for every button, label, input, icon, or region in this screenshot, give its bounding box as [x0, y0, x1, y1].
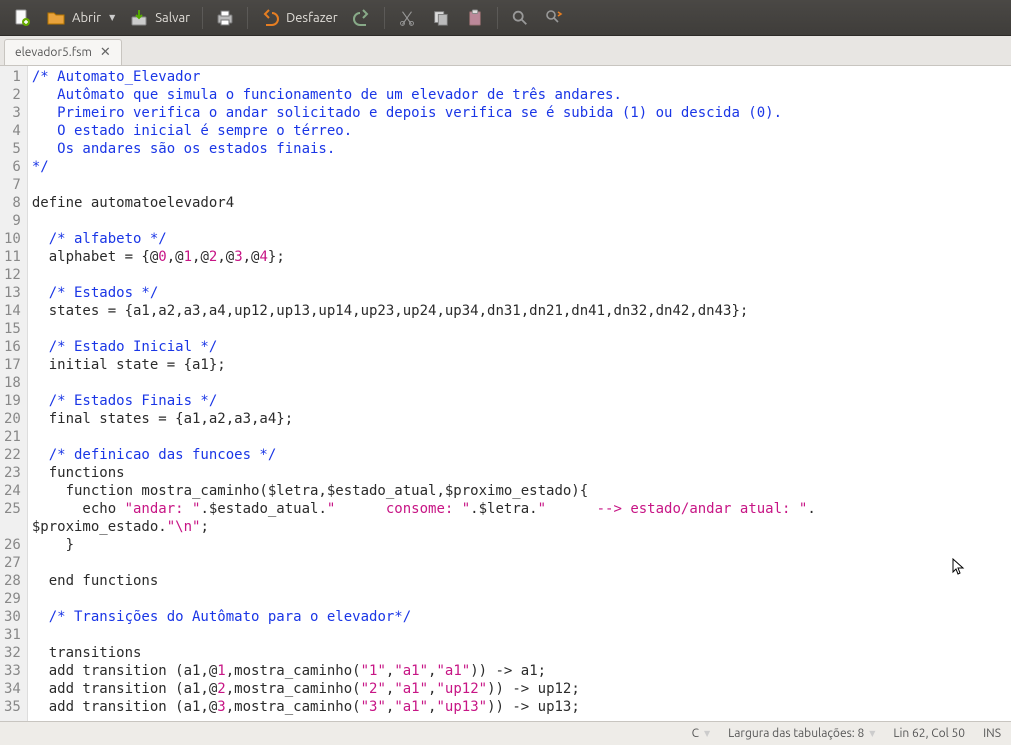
separator: [202, 7, 203, 29]
paste-icon: [465, 8, 485, 28]
separator: [247, 7, 248, 29]
code-line[interactable]: add transition (a1,@1,mostra_caminho("1"…: [32, 662, 816, 680]
language-label: C: [692, 727, 699, 740]
code-line[interactable]: final states = {a1,a2,a3,a4};: [32, 410, 816, 428]
code-line[interactable]: [32, 176, 816, 194]
cut-icon: [397, 8, 417, 28]
code-line[interactable]: function mostra_caminho($letra,$estado_a…: [32, 482, 816, 500]
code-line[interactable]: initial state = {a1};: [32, 356, 816, 374]
undo-icon: [260, 8, 280, 28]
save-label: Salvar: [155, 11, 190, 25]
new-file-icon: [12, 8, 32, 28]
code-line[interactable]: end functions: [32, 572, 816, 590]
code-line[interactable]: [32, 212, 816, 230]
code-line[interactable]: [32, 554, 816, 572]
code-line[interactable]: Primeiro verifica o andar solicitado e d…: [32, 104, 816, 122]
folder-open-icon: [46, 8, 66, 28]
print-button[interactable]: [209, 4, 241, 32]
code-line[interactable]: [32, 320, 816, 338]
redo-icon: [352, 8, 372, 28]
code-line[interactable]: [32, 374, 816, 392]
tab-filename: elevador5.fsm: [15, 46, 92, 59]
code-line[interactable]: [32, 266, 816, 284]
language-selector[interactable]: C ▼: [692, 727, 711, 740]
code-line[interactable]: Os andares são os estados finais.: [32, 140, 816, 158]
code-line[interactable]: define automatoelevador4: [32, 194, 816, 212]
cut-button[interactable]: [391, 4, 423, 32]
code-line[interactable]: add transition (a1,@2,mostra_caminho("2"…: [32, 680, 816, 698]
code-line[interactable]: transitions: [32, 644, 816, 662]
code-line[interactable]: /* definicao das funcoes */: [32, 446, 816, 464]
tab-bar: elevador5.fsm ✕: [0, 36, 1011, 66]
tab-width-label: Largura das tabulações: 8: [728, 727, 864, 740]
code-line[interactable]: /* Estados */: [32, 284, 816, 302]
code-line[interactable]: /* Transições do Autômato para o elevado…: [32, 608, 816, 626]
code-line[interactable]: O estado inicial é sempre o térreo.: [32, 122, 816, 140]
code-line[interactable]: }: [32, 536, 816, 554]
code-line[interactable]: /* Automato_Elevador: [32, 68, 816, 86]
search-icon: [510, 8, 530, 28]
code-area[interactable]: /* Automato_Elevador Autômato que simula…: [28, 66, 816, 721]
code-editor[interactable]: 1234567891011121314151617181920212223242…: [0, 66, 1011, 721]
status-bar: C ▼ Largura das tabulações: 8 ▼ Lin 62, …: [0, 721, 1011, 745]
save-button[interactable]: Salvar: [123, 4, 196, 32]
code-line[interactable]: add transition (a1,@3,mostra_caminho("3"…: [32, 698, 816, 716]
code-line[interactable]: */: [32, 158, 816, 176]
code-line[interactable]: /* Estado Inicial */: [32, 338, 816, 356]
code-line[interactable]: functions: [32, 464, 816, 482]
code-line[interactable]: alphabet = {@0,@1,@2,@3,@4};: [32, 248, 816, 266]
new-file-button[interactable]: [6, 4, 38, 32]
line-number-gutter: 1234567891011121314151617181920212223242…: [0, 66, 28, 721]
insert-mode[interactable]: INS: [983, 727, 1001, 740]
code-line[interactable]: echo "andar: ".$estado_atual." consome: …: [32, 500, 816, 518]
code-line[interactable]: /* alfabeto */: [32, 230, 816, 248]
copy-button[interactable]: [425, 4, 457, 32]
toolbar: Abrir ▼ Salvar Desfazer: [0, 0, 1011, 36]
code-line[interactable]: /* Estados Finais */: [32, 392, 816, 410]
chevron-down-icon: ▼: [869, 729, 875, 738]
close-icon[interactable]: ✕: [98, 45, 113, 60]
open-label: Abrir: [72, 11, 101, 25]
code-line[interactable]: Autômato que simula o funcionamento de u…: [32, 86, 816, 104]
code-line[interactable]: $proximo_estado."\n";: [32, 518, 816, 536]
file-tab[interactable]: elevador5.fsm ✕: [4, 39, 122, 65]
code-line[interactable]: states = {a1,a2,a3,a4,up12,up13,up14,up2…: [32, 302, 816, 320]
separator: [384, 7, 385, 29]
save-icon: [129, 8, 149, 28]
code-line[interactable]: [32, 626, 816, 644]
undo-label: Desfazer: [286, 11, 338, 25]
separator: [497, 7, 498, 29]
cursor-position: Lin 62, Col 50: [893, 727, 965, 740]
tab-width-selector[interactable]: Largura das tabulações: 8 ▼: [728, 727, 875, 740]
open-button[interactable]: Abrir ▼: [40, 4, 121, 32]
chevron-down-icon: ▼: [704, 729, 710, 738]
chevron-down-icon: ▼: [109, 13, 115, 22]
print-icon: [215, 8, 235, 28]
redo-button[interactable]: [346, 4, 378, 32]
paste-button[interactable]: [459, 4, 491, 32]
find-replace-button[interactable]: [538, 4, 570, 32]
search-button[interactable]: [504, 4, 536, 32]
code-line[interactable]: [32, 590, 816, 608]
copy-icon: [431, 8, 451, 28]
find-replace-icon: [544, 8, 564, 28]
undo-button[interactable]: Desfazer: [254, 4, 344, 32]
code-line[interactable]: [32, 428, 816, 446]
